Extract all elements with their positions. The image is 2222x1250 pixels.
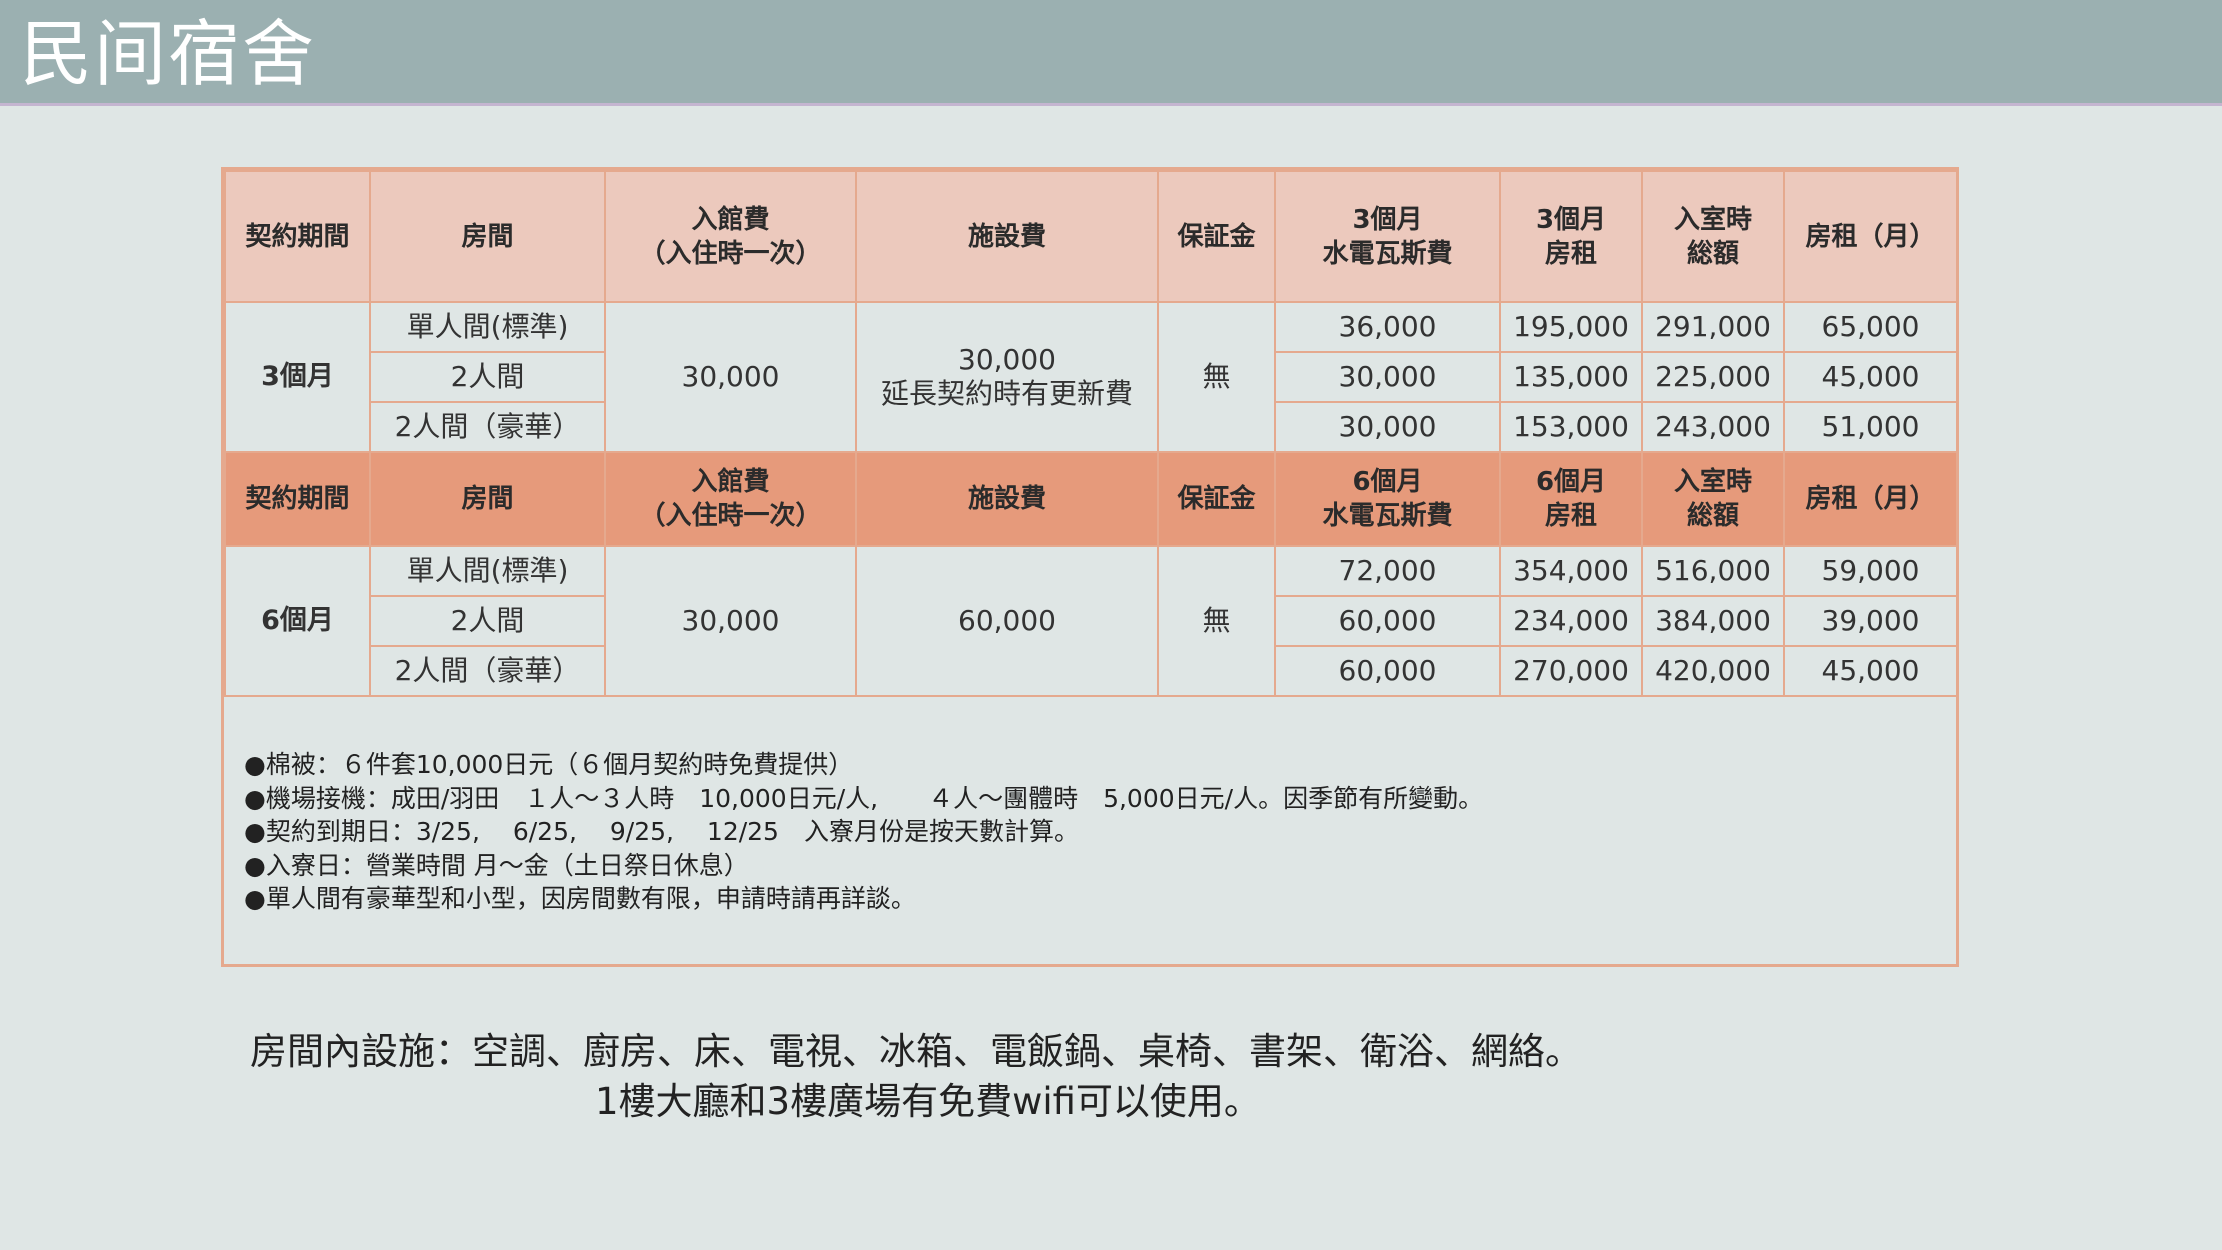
total-cell: 225,000 — [1641, 351, 1785, 403]
header-cell: 入館費 （入住時一次） — [604, 170, 857, 303]
header-cell: 入室時 総額 — [1641, 170, 1785, 303]
note-item: ●入寮日：營業時間 月～金（土日祭日休息） — [244, 850, 749, 880]
header-cell: 施設費 — [855, 170, 1159, 303]
header-row-3m: 契約期間 房間 入館費 （入住時一次） 施設費 保証金 3個月 水電瓦斯費 3個… — [224, 170, 1958, 303]
header-cell: 房間 — [369, 451, 606, 547]
utility-cell: 60,000 — [1274, 595, 1501, 647]
note-item: ●棉被：６件套10,000日元（６個月契約時免費提供） — [244, 750, 854, 779]
monthly-cell: 45,000 — [1783, 351, 1958, 403]
facility-fee-cell: 60,000 — [855, 545, 1159, 697]
note-item: ●機場接機：成田/羽田 １人～３人時 10,000日元/人, ４人～團體時 5,… — [244, 783, 1484, 813]
period-cell: 6個月 — [224, 545, 371, 697]
room-cell: 2人間（豪華） — [369, 401, 606, 453]
total-cell: 384,000 — [1641, 595, 1785, 647]
utility-cell: 36,000 — [1274, 301, 1501, 353]
notes-list: ●棉被：６件套10,000日元（６個月契約時免費提供） ●機場接機：成田/羽田 … — [244, 748, 1483, 916]
deposit-cell: 無 — [1157, 545, 1276, 697]
total-cell: 420,000 — [1641, 645, 1785, 697]
entry-fee-cell: 30,000 — [604, 301, 857, 453]
rent-cell: 153,000 — [1499, 401, 1643, 453]
header-cell: 保証金 — [1157, 170, 1276, 303]
title-bar: 民间宿舍 — [0, 0, 2222, 106]
room-cell: 2人間 — [369, 351, 606, 403]
utility-cell: 30,000 — [1274, 351, 1501, 403]
room-cell: 單人間(標準) — [369, 545, 606, 597]
pricing-table: 契約期間 房間 入館費 （入住時一次） 施設費 保証金 3個月 水電瓦斯費 3個… — [224, 170, 1958, 697]
monthly-cell: 45,000 — [1783, 645, 1958, 697]
monthly-cell: 51,000 — [1783, 401, 1958, 453]
header-cell: 契約期間 — [224, 170, 371, 303]
header-cell: 施設費 — [855, 451, 1159, 547]
rent-cell: 195,000 — [1499, 301, 1643, 353]
utility-cell: 30,000 — [1274, 401, 1501, 453]
room-cell: 單人間(標準) — [369, 301, 606, 353]
rent-cell: 270,000 — [1499, 645, 1643, 697]
monthly-cell: 39,000 — [1783, 595, 1958, 647]
rent-cell: 135,000 — [1499, 351, 1643, 403]
deposit-cell: 無 — [1157, 301, 1276, 453]
header-cell: 6個月 水電瓦斯費 — [1274, 451, 1501, 547]
utility-cell: 72,000 — [1274, 545, 1501, 597]
total-cell: 291,000 — [1641, 301, 1785, 353]
table-row: 6個月 單人間(標準) 30,000 60,000 無 72,000 354,0… — [224, 545, 1958, 697]
header-cell: 入室時 総額 — [1641, 451, 1785, 547]
facilities-line: 房間內設施：空調、廚房、床、電視、冰箱、電飯鍋、桌椅、書架、衛浴、網絡。 — [250, 1030, 1582, 1073]
rent-cell: 354,000 — [1499, 545, 1643, 597]
facilities-text: 房間內設施：空調、廚房、床、電視、冰箱、電飯鍋、桌椅、書架、衛浴、網絡。 1樓大… — [250, 1027, 1582, 1127]
rent-cell: 234,000 — [1499, 595, 1643, 647]
header-row-6m: 契約期間 房間 入館費 （入住時一次） 施設費 保証金 6個月 水電瓦斯費 6個… — [224, 451, 1958, 547]
header-cell: 房間 — [369, 170, 606, 303]
total-cell: 243,000 — [1641, 401, 1785, 453]
entry-fee-cell: 30,000 — [604, 545, 857, 697]
header-cell: 6個月 房租 — [1499, 451, 1643, 547]
period-cell: 3個月 — [224, 301, 371, 453]
monthly-cell: 59,000 — [1783, 545, 1958, 597]
monthly-cell: 65,000 — [1783, 301, 1958, 353]
table-row: 3個月 單人間(標準) 30,000 30,000 延長契約時有更新費 無 36… — [224, 301, 1958, 453]
note-item: ●契約到期日：3/25, 6/25, 9/25, 12/25 入寮月份是按天數計… — [244, 817, 1079, 846]
header-cell: 契約期間 — [224, 451, 371, 547]
utility-cell: 60,000 — [1274, 645, 1501, 697]
total-cell: 516,000 — [1641, 545, 1785, 597]
header-cell: 房租（月） — [1783, 451, 1958, 547]
page-title: 民间宿舍 — [20, 12, 317, 96]
wifi-line: 1樓大廳和3樓廣場有免費wifi可以使用。 — [595, 1080, 1261, 1123]
header-cell: 入館費 （入住時一次） — [604, 451, 857, 547]
note-item: ●單人間有豪華型和小型，因房間數有限，申請時請再詳談。 — [244, 884, 916, 913]
header-cell: 房租（月） — [1783, 170, 1958, 303]
room-cell: 2人間（豪華） — [369, 645, 606, 697]
room-cell: 2人間 — [369, 595, 606, 647]
header-cell: 保証金 — [1157, 451, 1276, 547]
header-cell: 3個月 房租 — [1499, 170, 1643, 303]
facility-fee-cell: 30,000 延長契約時有更新費 — [855, 301, 1159, 453]
pricing-panel: 契約期間 房間 入館費 （入住時一次） 施設費 保証金 3個月 水電瓦斯費 3個… — [221, 167, 1959, 967]
header-cell: 3個月 水電瓦斯費 — [1274, 170, 1501, 303]
